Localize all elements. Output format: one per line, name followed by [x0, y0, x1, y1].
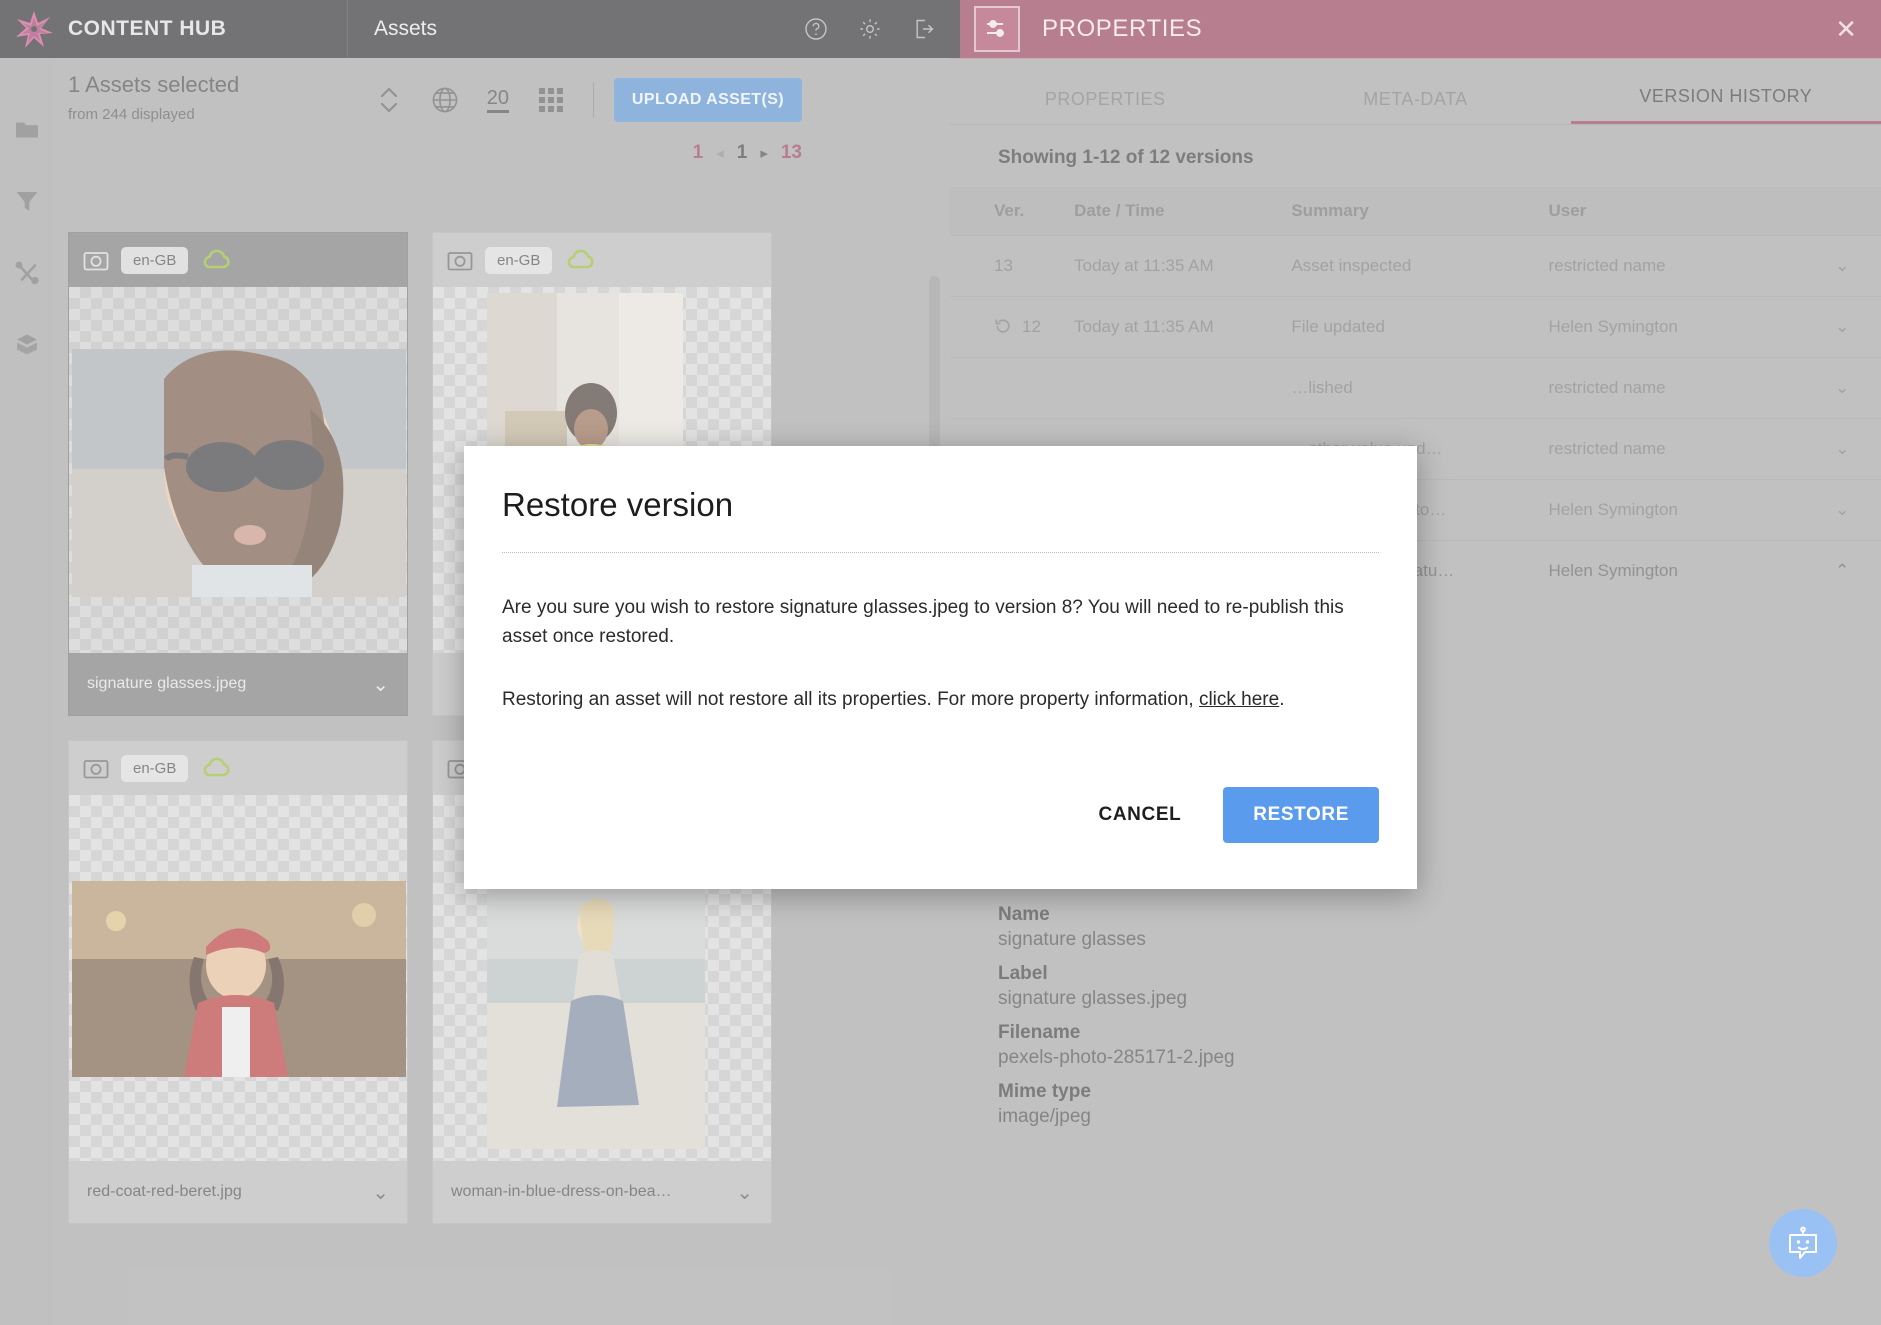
app-root: CONTENT HUB Assets PROPERTIES ✕ 1 Assets…: [0, 0, 1881, 1325]
dialog-title: Restore version: [502, 486, 734, 523]
dialog-body: Are you sure you wish to restore signatu…: [502, 593, 1379, 714]
dialog-paragraph-2: Restoring an asset will not restore all …: [502, 685, 1379, 714]
dialog-actions: CANCEL RESTORE: [1081, 787, 1379, 843]
restore-confirm-button[interactable]: RESTORE: [1223, 787, 1379, 843]
dialog-paragraph-2-pre: Restoring an asset will not restore all …: [502, 688, 1199, 710]
dialog-divider: [502, 552, 1379, 553]
cancel-button[interactable]: CANCEL: [1081, 792, 1200, 838]
restore-version-dialog: Restore version Are you sure you wish to…: [464, 446, 1417, 889]
property-info-link[interactable]: click here: [1199, 689, 1279, 710]
dialog-paragraph-1: Are you sure you wish to restore signatu…: [502, 597, 1344, 648]
dialog-paragraph-2-post: .: [1279, 688, 1285, 710]
